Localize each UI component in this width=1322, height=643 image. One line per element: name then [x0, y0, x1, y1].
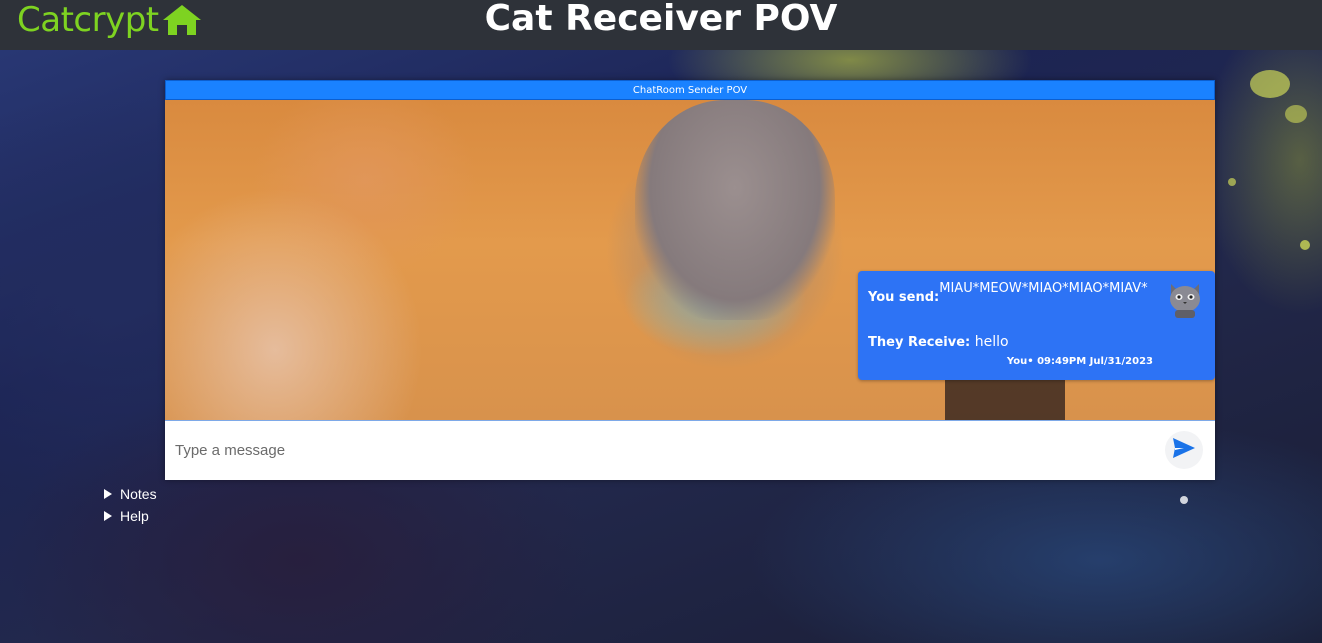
- cat-image-shape: [635, 100, 835, 320]
- send-value: MIAU*MEOW*MIAO*MIAO*MIAV*: [939, 281, 1148, 296]
- background-sparkle: [1250, 70, 1290, 98]
- background-sparkle: [1285, 105, 1307, 123]
- send-label: You send:: [868, 290, 940, 305]
- receive-label: They Receive:: [868, 335, 971, 350]
- expand-triangle-icon[interactable]: [104, 489, 112, 499]
- message-bubble: You send: MIAU*MEOW*MIAO*MIAO*MIAV* They…: [858, 271, 1215, 380]
- notes-toggle[interactable]: Notes: [104, 483, 157, 505]
- receive-row: They Receive: hello: [868, 334, 1009, 350]
- page-title: Cat Receiver POV: [484, 0, 838, 39]
- background-sparkle: [1180, 496, 1188, 504]
- message-input[interactable]: [165, 421, 1155, 480]
- background-sparkle: [1300, 240, 1310, 250]
- receive-value: hello: [974, 334, 1009, 350]
- cat-avatar-icon: [1166, 280, 1204, 320]
- send-button[interactable]: [1165, 431, 1203, 469]
- send-row: You send: MIAU*MEOW*MIAO*MIAO*MIAV*: [868, 281, 1148, 305]
- send-icon[interactable]: [1172, 437, 1196, 463]
- chat-background-image: You send: MIAU*MEOW*MIAO*MIAO*MIAV* They…: [165, 100, 1215, 420]
- chat-window: ChatRoom Sender POV You send: MIAU*MEOW*…: [165, 80, 1215, 480]
- expand-triangle-icon[interactable]: [104, 511, 112, 521]
- notes-label[interactable]: Notes: [120, 486, 157, 502]
- help-toggle[interactable]: Help: [104, 505, 157, 527]
- info-details: Notes Help: [104, 483, 157, 527]
- help-label[interactable]: Help: [120, 508, 149, 524]
- chat-title: ChatRoom Sender POV: [165, 80, 1215, 100]
- top-header: Catcrypt Cat Receiver POV: [0, 0, 1322, 50]
- message-meta: You• 09:49PM Jul/31/2023: [1006, 356, 1153, 367]
- message-composer: [165, 420, 1215, 480]
- background-sparkle: [1228, 178, 1236, 186]
